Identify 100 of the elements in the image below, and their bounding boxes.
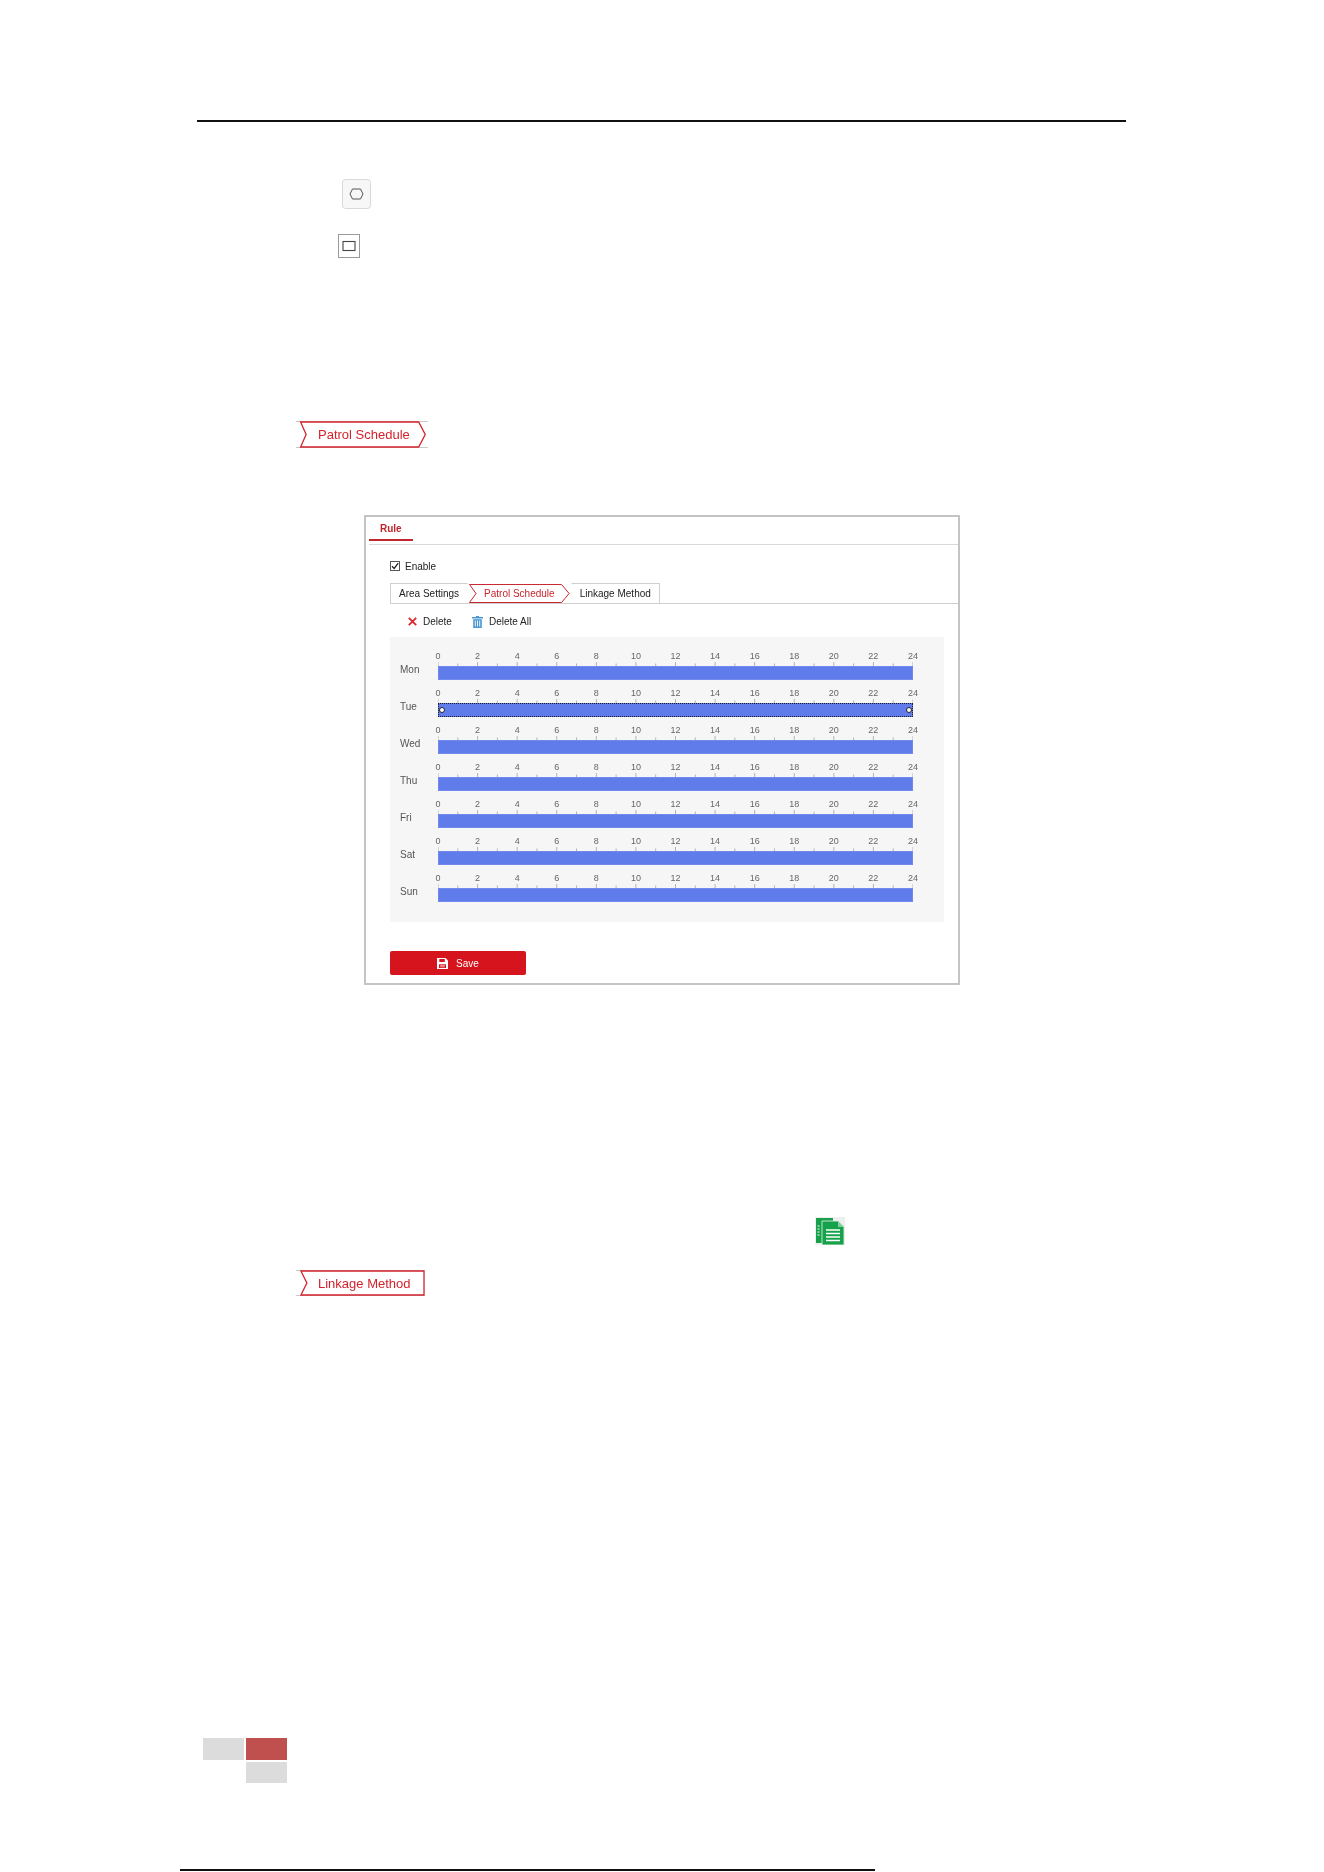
hour-label: 20 [828, 687, 839, 699]
day-label: Fri [400, 812, 412, 824]
hour-label: 0 [435, 798, 441, 810]
resize-handle[interactable] [906, 707, 912, 713]
hour-label: 8 [593, 835, 599, 847]
hour-label: 6 [554, 724, 560, 736]
hour-label: 14 [710, 872, 721, 884]
step-tab[interactable]: Area Settings [390, 583, 469, 603]
square-icon[interactable] [338, 234, 360, 258]
save-icon [437, 957, 449, 969]
hour-label: 20 [828, 724, 839, 736]
hour-label: 22 [868, 872, 879, 884]
day-label: Thu [400, 775, 418, 787]
step-tab[interactable]: Linkage Method [570, 583, 660, 603]
hour-label: 12 [670, 724, 681, 736]
day-label: Sun [400, 886, 418, 898]
step-tab[interactable]: Patrol Schedule [468, 583, 571, 603]
hour-label: 24 [907, 724, 918, 736]
hour-label: 8 [593, 761, 599, 773]
hour-label: 24 [907, 761, 918, 773]
hour-label: 8 [593, 724, 599, 736]
trash-icon [471, 615, 483, 628]
hour-label: 12 [670, 835, 681, 847]
hour-label: 10 [630, 724, 641, 736]
hour-label: 10 [630, 798, 641, 810]
schedule-bar[interactable] [438, 703, 913, 717]
hour-label: 22 [868, 798, 879, 810]
hour-label: 0 [435, 650, 441, 662]
hour-label: 0 [435, 687, 441, 699]
hour-label: 20 [828, 761, 839, 773]
hour-label: 4 [514, 650, 520, 662]
step-tag: Linkage Method [296, 1270, 425, 1296]
hour-label: 16 [749, 687, 760, 699]
hour-label: 4 [514, 761, 520, 773]
save-button[interactable]: Save [390, 951, 526, 975]
hour-label: 22 [868, 650, 879, 662]
hour-label: 14 [710, 835, 721, 847]
hour-label: 2 [475, 872, 481, 884]
hour-label: 18 [789, 761, 800, 773]
hour-label: 18 [789, 872, 800, 884]
delete-all-button[interactable]: Delete All [471, 615, 532, 628]
hour-label: 14 [710, 761, 721, 773]
hour-label: 6 [554, 872, 560, 884]
hour-label: 22 [868, 724, 879, 736]
hour-label: 10 [630, 650, 641, 662]
hour-label: 24 [907, 687, 918, 699]
hour-label: 20 [828, 835, 839, 847]
hour-label: 8 [593, 798, 599, 810]
hour-label: 0 [435, 835, 441, 847]
hour-label: 8 [593, 872, 599, 884]
hour-label: 18 [789, 687, 800, 699]
enable-checkbox[interactable] [390, 561, 400, 571]
hour-label: 12 [670, 650, 681, 662]
hour-label: 10 [630, 687, 641, 699]
hour-label: 18 [789, 650, 800, 662]
hour-label: 24 [907, 835, 918, 847]
documents-icon[interactable] [815, 1217, 845, 1245]
hour-label: 24 [907, 872, 918, 884]
hour-label: 16 [749, 650, 760, 662]
hour-label: 2 [475, 650, 481, 662]
hour-label: 20 [828, 798, 839, 810]
hour-label: 0 [435, 724, 441, 736]
hour-label: 12 [670, 687, 681, 699]
day-label: Mon [400, 664, 420, 676]
hour-label: 24 [907, 650, 918, 662]
hour-label: 4 [514, 835, 520, 847]
hour-label: 8 [593, 687, 599, 699]
hour-label: 18 [789, 724, 800, 736]
hour-label: 10 [630, 835, 641, 847]
hour-label: 18 [789, 835, 800, 847]
hour-label: 4 [514, 724, 520, 736]
delete-button[interactable]: Delete [408, 615, 452, 628]
hour-label: 20 [828, 650, 839, 662]
hour-label: 14 [710, 798, 721, 810]
hour-label: 8 [593, 650, 599, 662]
hour-label: 18 [789, 798, 800, 810]
resize-handle[interactable] [439, 707, 445, 713]
hour-label: 6 [554, 835, 560, 847]
hour-label: 12 [670, 761, 681, 773]
hour-label: 14 [710, 650, 721, 662]
hour-label: 4 [514, 687, 520, 699]
hour-label: 24 [907, 798, 918, 810]
hour-label: 6 [554, 761, 560, 773]
cross-icon [408, 617, 417, 626]
day-label: Tue [400, 701, 417, 713]
enable-label[interactable]: Enable [405, 560, 437, 572]
hour-label: 22 [868, 761, 879, 773]
day-label: Sat [400, 849, 415, 861]
hour-label: 2 [475, 761, 481, 773]
hour-label: 0 [435, 872, 441, 884]
hour-label: 2 [475, 687, 481, 699]
hour-label: 2 [475, 724, 481, 736]
hour-label: 14 [710, 687, 721, 699]
rule-tab[interactable]: Rule [369, 523, 413, 541]
hour-label: 12 [670, 872, 681, 884]
hour-label: 6 [554, 650, 560, 662]
hour-label: 0 [435, 761, 441, 773]
hour-label: 16 [749, 872, 760, 884]
hour-label: 16 [749, 835, 760, 847]
hour-label: 2 [475, 798, 481, 810]
